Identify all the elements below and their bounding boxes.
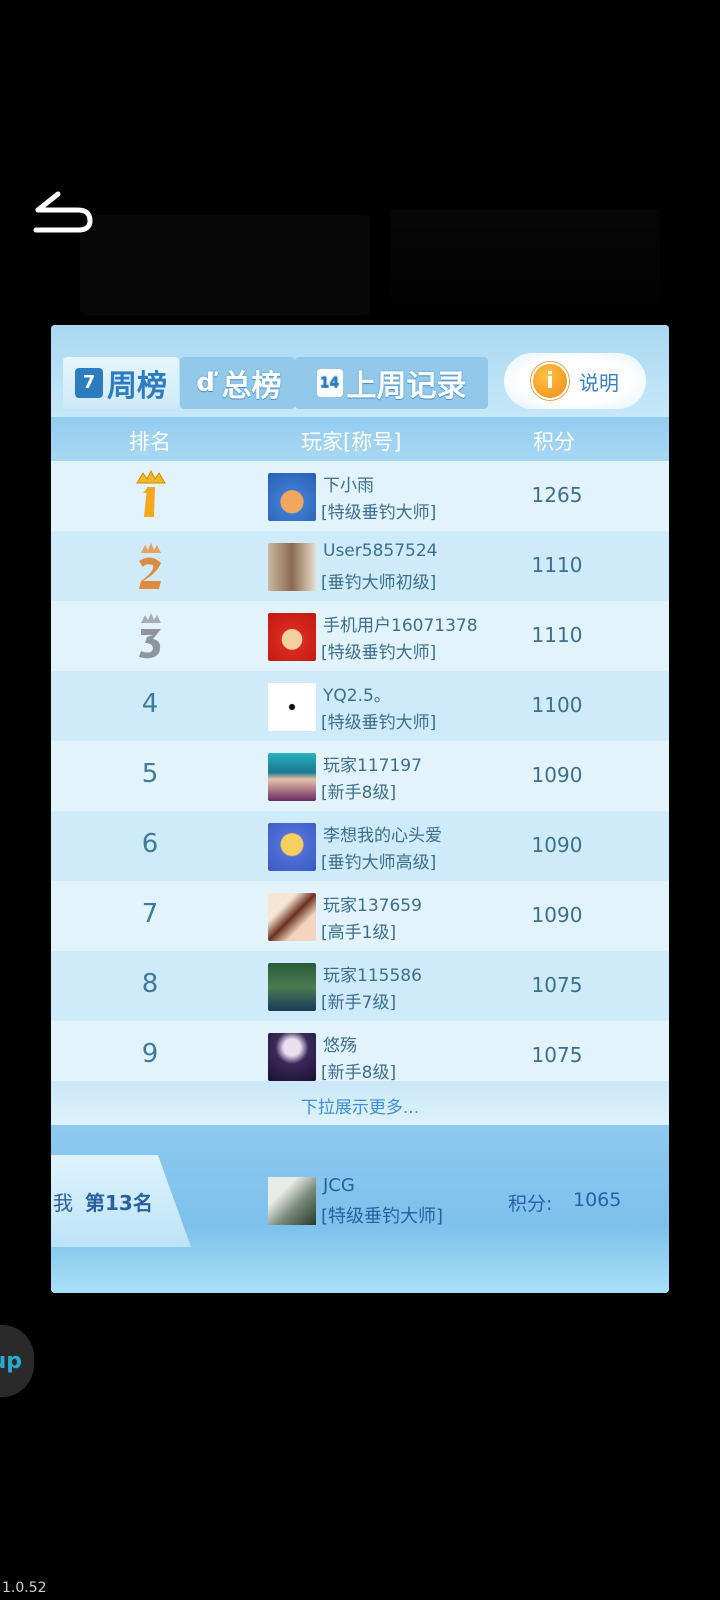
avatar (268, 473, 316, 521)
my-score: 1065 (573, 1189, 622, 1211)
tab-weekly[interactable]: 7 周榜 (63, 357, 179, 409)
rank-number: 5 (141, 759, 159, 789)
player-score: 1075 (531, 973, 583, 997)
column-header: 排名 玩家[称号] 积分 (51, 417, 669, 461)
player-name: 悠殇 (323, 1036, 357, 1056)
gold-crown-rank-1-icon (136, 469, 166, 517)
tab-bar: 7 周榜 ď 总榜 14 上周记录 i 说明 (51, 325, 669, 417)
background-image (80, 215, 370, 315)
player-name: 下小雨 (323, 476, 374, 496)
load-more-bar[interactable]: 下拉展示更多... (51, 1081, 669, 1125)
avatar (268, 963, 316, 1011)
load-more-text: 下拉展示更多... (300, 1098, 420, 1118)
trophy-icon: ď (196, 368, 215, 398)
player-title: [新手8级] (321, 783, 397, 803)
floating-button-label: up (0, 1348, 22, 1374)
table-row[interactable]: 8 玩家115586 [新手7级] 1075 (51, 951, 669, 1022)
rank-number: 7 (141, 899, 159, 929)
player-title: [垂钓大师高级] (321, 853, 437, 873)
rank-number: 6 (141, 829, 159, 859)
table-row[interactable]: 9 悠殇 [新手8级] 1075 (51, 1021, 669, 1081)
player-name: User5857524 (323, 541, 438, 561)
back-button[interactable] (28, 188, 98, 238)
player-score: 1265 (531, 483, 583, 507)
background-image (390, 210, 660, 310)
player-score: 1090 (531, 763, 583, 787)
player-name: 玩家137659 (323, 896, 422, 916)
table-row[interactable]: User5857524 [垂钓大师初级] 1110 (51, 531, 669, 602)
player-title: [特级垂钓大师] (321, 643, 437, 663)
rank-number: 4 (141, 689, 159, 719)
my-rank: 第13名 (85, 1191, 153, 1215)
tab-label: 总榜 (221, 369, 282, 404)
leaderboard-panel: 7 周榜 ď 总榜 14 上周记录 i 说明 排名 玩家[称号] 积分 下小雨 … (51, 325, 669, 1293)
table-row[interactable]: 下小雨 [特级垂钓大师] 1265 (51, 461, 669, 532)
rank-column-header: 排名 (129, 430, 171, 454)
avatar (268, 823, 316, 871)
tab-total[interactable]: ď 总榜 (180, 357, 295, 409)
floating-assistant-button[interactable]: up (0, 1325, 34, 1397)
tab-last-week[interactable]: 14 上周记录 (295, 357, 488, 409)
calendar-14-icon: 14 (316, 369, 343, 397)
player-name: YQ2.5。 (323, 686, 391, 706)
player-name: 李想我的心头爱 (323, 826, 442, 846)
help-label: 说明 (579, 370, 619, 395)
help-button[interactable]: i 说明 (504, 353, 646, 409)
calendar-7-icon: 7 (75, 368, 103, 398)
rank-number: 8 (141, 969, 159, 999)
player-title: [垂钓大师初级] (321, 573, 437, 593)
tab-label: 上周记录 (346, 369, 467, 404)
rank-number: 9 (141, 1039, 159, 1069)
score-column-header: 积分 (533, 430, 575, 454)
version-label: 1.0.52 (2, 1580, 47, 1596)
player-score: 1090 (531, 833, 583, 857)
table-row[interactable]: 7 玩家137659 [高手1级] 1090 (51, 881, 669, 952)
player-score: 1110 (531, 623, 583, 647)
info-icon: i (531, 362, 569, 400)
table-row[interactable]: 4 YQ2.5。 [特级垂钓大师] 1100 (51, 671, 669, 742)
player-column-header: 玩家[称号] (301, 430, 402, 454)
player-score: 1075 (531, 1043, 583, 1067)
avatar (268, 1033, 316, 1081)
player-title: [新手7级] (321, 993, 397, 1013)
ranking-list[interactable]: 下小雨 [特级垂钓大师] 1265 User5857524 [垂钓大师初级] 1… (51, 461, 669, 1081)
player-title: [特级垂钓大师] (321, 713, 437, 733)
table-row[interactable]: 6 李想我的心头爱 [垂钓大师高级] 1090 (51, 811, 669, 882)
avatar (268, 1177, 316, 1225)
my-name: JCG (323, 1175, 355, 1196)
player-name: 玩家117197 (323, 756, 422, 776)
avatar (268, 543, 316, 591)
player-score: 1090 (531, 903, 583, 927)
player-name: 手机用户16071378 (323, 616, 478, 636)
tab-label: 周榜 (107, 369, 167, 404)
avatar (268, 753, 316, 801)
player-score: 1110 (531, 553, 583, 577)
player-title: [高手1级] (321, 923, 397, 943)
player-score: 1100 (531, 693, 583, 717)
avatar (268, 893, 316, 941)
my-rank-bar: 我 第13名 JCG [特级垂钓大师] 积分: 1065 (51, 1125, 669, 1293)
avatar (268, 613, 316, 661)
bronze-crown-rank-2-icon (139, 543, 161, 589)
back-arrow-icon (33, 191, 93, 233)
silver-crown-rank-3-icon (139, 613, 161, 659)
table-row[interactable]: 5 玩家117197 [新手8级] 1090 (51, 741, 669, 812)
my-title: [特级垂钓大师] (321, 1206, 444, 1227)
me-label: 我 (53, 1191, 73, 1215)
player-title: [特级垂钓大师] (321, 503, 437, 523)
table-row[interactable]: 手机用户16071378 [特级垂钓大师] 1110 (51, 601, 669, 672)
player-name: 玩家115586 (323, 966, 422, 986)
my-score-label: 积分: (508, 1193, 553, 1215)
avatar (268, 683, 316, 731)
player-title: [新手8级] (321, 1063, 397, 1081)
